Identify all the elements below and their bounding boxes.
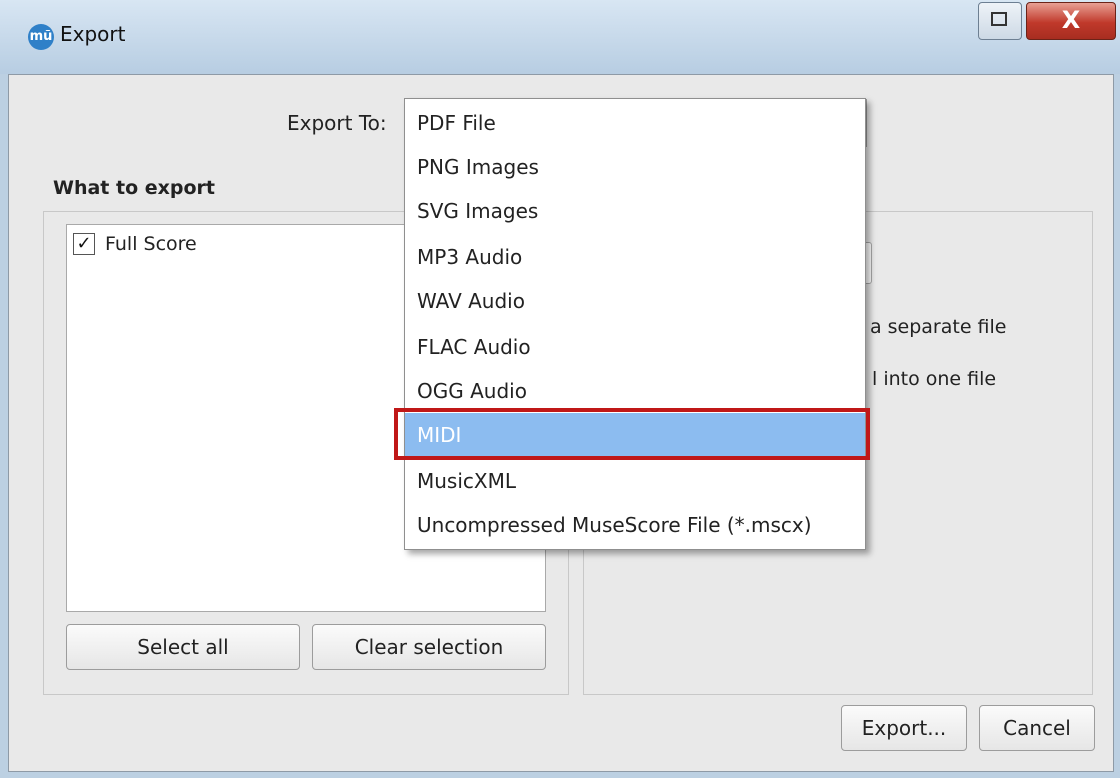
- restore-button[interactable]: [978, 2, 1022, 40]
- close-icon: X: [1061, 6, 1081, 34]
- close-button[interactable]: X: [1026, 2, 1116, 40]
- restore-icon: [991, 12, 1007, 26]
- dropdown-item-wav[interactable]: WAV Audio: [405, 279, 865, 323]
- midi-highlight-box: [394, 408, 870, 460]
- export-format-dropdown[interactable]: PDF File PNG Images SVG Images MP3 Audio…: [404, 98, 866, 550]
- dropdown-item-musicxml[interactable]: MusicXML: [405, 459, 865, 503]
- title-bar[interactable]: mũ Export X: [0, 0, 1120, 74]
- clear-selection-button[interactable]: Clear selection: [312, 624, 546, 670]
- export-to-label: Export To:: [287, 111, 387, 135]
- window-title: Export: [60, 22, 126, 46]
- dropdown-item-ogg[interactable]: OGG Audio: [405, 369, 865, 413]
- dropdown-item-svg[interactable]: SVG Images: [405, 189, 865, 233]
- cancel-button[interactable]: Cancel: [979, 705, 1095, 751]
- what-to-export-title: What to export: [53, 177, 224, 199]
- dropdown-item-mscx[interactable]: Uncompressed MuseScore File (*.mscx): [405, 503, 865, 547]
- full-score-checkbox[interactable]: ✓: [73, 233, 95, 255]
- dropdown-item-flac[interactable]: FLAC Audio: [405, 325, 865, 369]
- full-score-label: Full Score: [105, 233, 197, 255]
- dropdown-item-mp3[interactable]: MP3 Audio: [405, 235, 865, 279]
- one-file-option-label[interactable]: l into one file: [872, 368, 996, 390]
- dropdown-item-png[interactable]: PNG Images: [405, 145, 865, 189]
- select-all-button[interactable]: Select all: [66, 624, 300, 670]
- musescore-app-icon: mũ: [28, 24, 54, 50]
- separate-file-option-label[interactable]: s a separate file: [854, 316, 1006, 338]
- list-item-full-score[interactable]: ✓ Full Score: [73, 233, 197, 255]
- export-button[interactable]: Export...: [841, 705, 967, 751]
- export-dialog-window: mũ Export X Export To: ✓ Full Score Sele…: [0, 0, 1120, 778]
- dropdown-item-pdf[interactable]: PDF File: [405, 101, 865, 145]
